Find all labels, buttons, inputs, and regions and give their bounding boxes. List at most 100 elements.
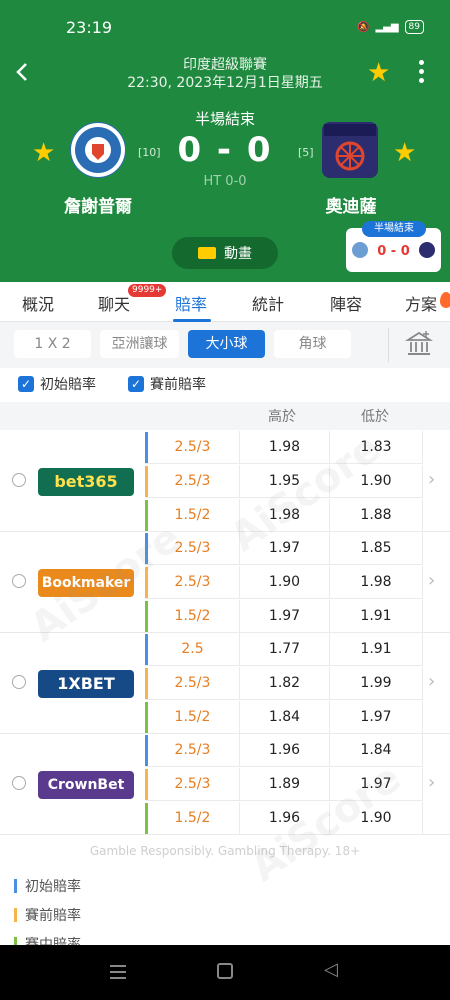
bookmaker-radio[interactable] bbox=[12, 675, 26, 689]
under-odds: 1.91 bbox=[329, 633, 423, 666]
over-odds: 1.77 bbox=[239, 633, 329, 666]
goal-line: 2.5/3 bbox=[174, 776, 211, 792]
odds-type-filters: 1 X 2 亞洲讓球 大小球 角球 bbox=[0, 322, 450, 368]
under-odds: 1.91 bbox=[329, 600, 423, 633]
odds-row[interactable]: 1.5/2 1.84 1.97 bbox=[145, 701, 423, 734]
chevron-right-icon[interactable]: › bbox=[428, 570, 435, 591]
odds-type-bar bbox=[145, 668, 148, 699]
tab-odds[interactable]: 賠率 bbox=[175, 291, 207, 315]
goal-line: 2.5 bbox=[181, 641, 204, 657]
chevron-right-icon[interactable]: › bbox=[428, 469, 435, 490]
odds-row[interactable]: 2.5 1.77 1.91 bbox=[145, 633, 423, 666]
tab-bar: 概況 聊天 9999+ 賠率 統計 陣容 方案 bbox=[0, 282, 450, 322]
tab-overview[interactable]: 概況 bbox=[22, 291, 54, 315]
tab-lineup[interactable]: 陣容 bbox=[330, 291, 362, 315]
bookmaker-logo: bet365 bbox=[38, 468, 134, 496]
goal-line: 2.5/3 bbox=[174, 439, 211, 455]
goal-line: 1.5/2 bbox=[174, 709, 211, 725]
home-team-name[interactable]: 詹謝普爾 bbox=[38, 192, 158, 217]
checkbox-prematch-label: 賽前賠率 bbox=[150, 377, 206, 393]
over-odds: 1.84 bbox=[239, 701, 329, 734]
checkmark-icon: ✓ bbox=[18, 376, 34, 392]
status-icons: 🔕 ▂▄▆ 89 bbox=[357, 20, 424, 34]
goal-line: 1.5/2 bbox=[174, 810, 211, 826]
legend-color-bar bbox=[14, 879, 17, 893]
away-team-logo[interactable] bbox=[322, 122, 378, 178]
bookmaker-logo: CrownBet bbox=[38, 771, 134, 799]
odds-type-bar bbox=[145, 466, 148, 497]
match-score: 0 - 0 bbox=[177, 130, 273, 170]
battery-icon: 89 bbox=[404, 20, 424, 34]
goal-line: 2.5/3 bbox=[174, 742, 211, 758]
odds-type-bar bbox=[145, 769, 148, 800]
goal-line: 2.5/3 bbox=[174, 473, 211, 489]
over-odds: 1.89 bbox=[239, 768, 329, 801]
tab-chat[interactable]: 聊天 bbox=[98, 291, 130, 315]
legend-label: 賽前賠率 bbox=[25, 908, 81, 924]
animation-label: 動畫 bbox=[224, 246, 252, 262]
bookmaker-radio[interactable] bbox=[12, 776, 26, 790]
under-odds: 1.85 bbox=[329, 532, 423, 565]
odds-type-bar bbox=[145, 735, 148, 766]
over-odds: 1.82 bbox=[239, 667, 329, 700]
tab-plans[interactable]: 方案 bbox=[405, 291, 437, 315]
odds-type-bar bbox=[145, 601, 148, 632]
favorite-star-icon[interactable]: ★ bbox=[367, 60, 390, 86]
halftime-score: HT 0-0 bbox=[203, 174, 247, 189]
filter-1x2[interactable]: 1 X 2 bbox=[14, 330, 91, 358]
system-nav-bar: ◁ bbox=[0, 945, 450, 1000]
filter-asian-handicap[interactable]: 亞洲讓球 bbox=[100, 330, 179, 358]
header-under: 低於 bbox=[361, 409, 389, 425]
odds-type-bar bbox=[145, 702, 148, 733]
away-favorite-star-icon[interactable]: ★ bbox=[393, 140, 416, 166]
mute-icon: 🔕 bbox=[357, 21, 370, 33]
chevron-right-icon[interactable]: › bbox=[428, 772, 435, 793]
home-icon[interactable] bbox=[217, 963, 233, 979]
animation-button[interactable]: 動畫 bbox=[172, 237, 278, 269]
under-odds: 1.97 bbox=[329, 701, 423, 734]
bookmaker-radio[interactable] bbox=[12, 473, 26, 487]
nav-back-icon[interactable]: ◁ bbox=[324, 959, 338, 980]
disclaimer: Gamble Responsibly. Gambling Therapy. 18… bbox=[89, 844, 361, 858]
odds-checkboxes: ✓ 初始賠率 ✓ 賽前賠率 bbox=[0, 368, 450, 402]
away-rank: [5] bbox=[298, 146, 314, 159]
odds-row[interactable]: 2.5/3 1.90 1.98 bbox=[145, 566, 423, 599]
odds-row[interactable]: 2.5/3 1.82 1.99 bbox=[145, 667, 423, 700]
mini-status: 半場結束 bbox=[362, 221, 426, 237]
chevron-right-icon[interactable]: › bbox=[428, 671, 435, 692]
goal-line: 2.5/3 bbox=[174, 574, 211, 590]
over-odds: 1.96 bbox=[239, 734, 329, 767]
status-bar: 23:19 🔕 ▂▄▆ 89 bbox=[0, 0, 450, 56]
mini-away-logo bbox=[419, 242, 435, 258]
legend-prematch: 賽前賠率 bbox=[14, 905, 81, 925]
legend-initial: 初始賠率 bbox=[14, 876, 81, 896]
bookmaker-group[interactable]: 1XBET 2.5 1.77 1.91 2.5/3 1.82 1.99 1.5/2 1.84 1.… bbox=[0, 633, 450, 734]
match-header: 23:19 🔕 ▂▄▆ 89 印度超級聯賽 22:30, 2023年12月1日星… bbox=[0, 0, 450, 282]
legend-label: 初始賠率 bbox=[25, 879, 81, 895]
checkbox-prematch-odds[interactable]: ✓ 賽前賠率 bbox=[128, 374, 206, 394]
film-icon bbox=[198, 247, 216, 259]
recent-apps-icon[interactable] bbox=[110, 965, 126, 979]
filter-divider bbox=[388, 328, 389, 362]
filter-corners[interactable]: 角球 bbox=[274, 330, 351, 358]
odds-row[interactable]: 1.5/2 1.97 1.91 bbox=[145, 600, 423, 633]
under-odds: 1.99 bbox=[329, 667, 423, 700]
odds-type-bar bbox=[145, 803, 148, 834]
fire-icon bbox=[440, 292, 450, 308]
bank-icon[interactable] bbox=[404, 330, 434, 358]
over-odds: 1.90 bbox=[239, 566, 329, 599]
bookmaker-radio[interactable] bbox=[12, 574, 26, 588]
filter-over-under[interactable]: 大小球 bbox=[188, 330, 265, 358]
checkbox-initial-odds[interactable]: ✓ 初始賠率 bbox=[18, 374, 96, 394]
under-odds: 1.98 bbox=[329, 566, 423, 599]
mini-scoreboard[interactable]: 半場結束 0 - 0 bbox=[346, 221, 441, 272]
tab-stats[interactable]: 統計 bbox=[252, 291, 284, 315]
checkmark-icon: ✓ bbox=[128, 376, 144, 392]
status-time: 23:19 bbox=[66, 18, 113, 37]
odds-table-header: 高於 低於 bbox=[0, 402, 450, 430]
away-team-name[interactable]: 奧迪薩 bbox=[291, 192, 411, 217]
goal-line: 1.5/2 bbox=[174, 608, 211, 624]
goal-line: 2.5/3 bbox=[174, 675, 211, 691]
more-options-icon[interactable] bbox=[414, 60, 428, 86]
bookmaker-group[interactable]: bet365 2.5/3 1.98 1.83 2.5/3 1.95 1.90 1.5/2 1.9… bbox=[0, 431, 450, 532]
